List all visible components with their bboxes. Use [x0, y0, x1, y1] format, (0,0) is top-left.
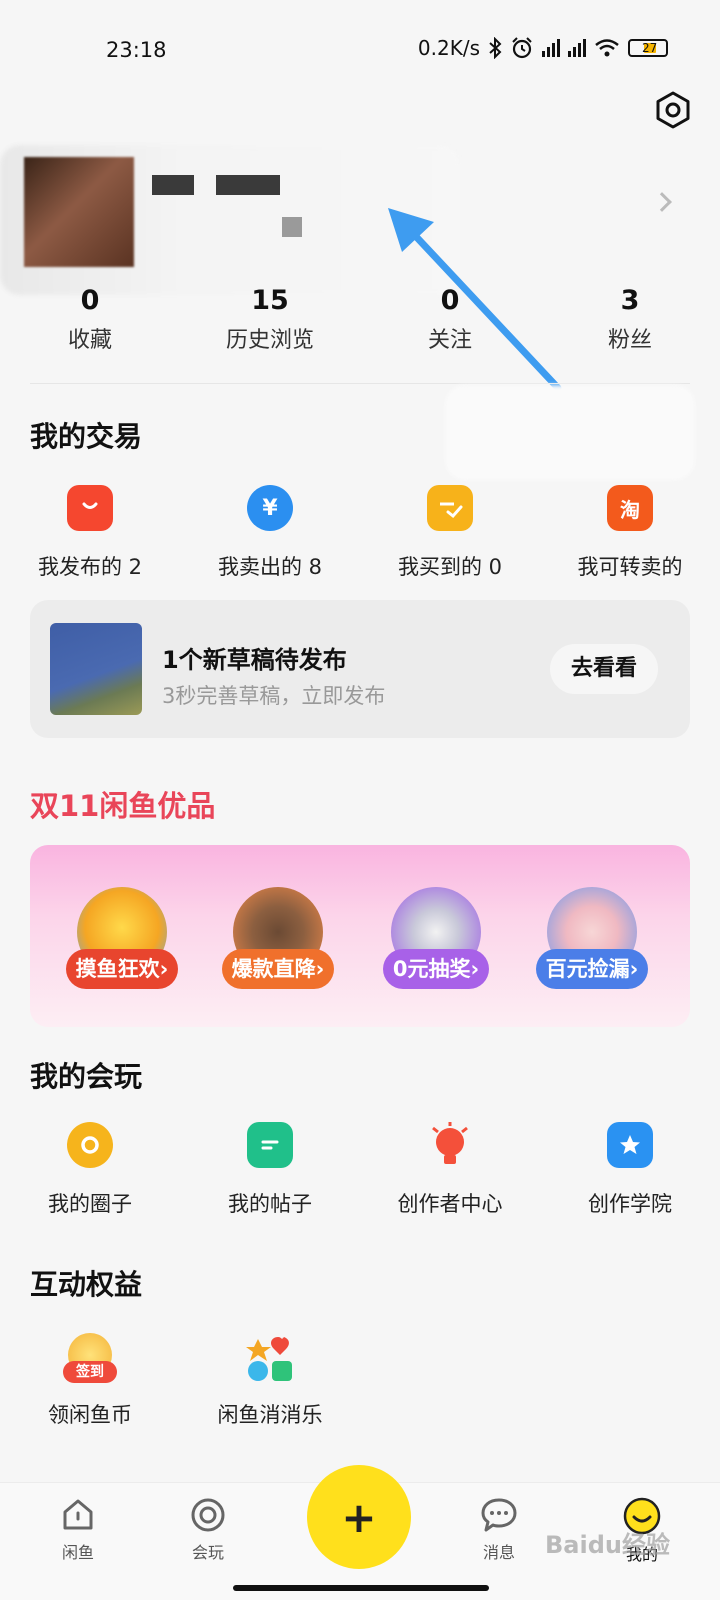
promo-item-bargain[interactable]: 百元捡漏› — [530, 887, 654, 989]
stat-history[interactable]: 15 历史浏览 — [180, 285, 360, 354]
benefit-item-label: 领闲鱼币 — [48, 1403, 132, 1427]
trade-row: 我发布的 2 ¥ 我卖出的 8 我买到的 0 淘 我可转卖的 — [0, 485, 720, 581]
promo-label: 摸鱼狂欢› — [65, 949, 179, 989]
status-bar: 23:18 0.2K/s 27 — [0, 30, 720, 70]
play-item-circles[interactable]: 我的圈子 — [0, 1122, 180, 1218]
play-item-academy[interactable]: 创作学院 — [540, 1122, 720, 1218]
signal-icon-2 — [568, 39, 586, 57]
benefit-item-coins[interactable]: 签到 领闲鱼币 — [0, 1333, 180, 1429]
draft-subtitle: 3秒完善草稿，立即发布 — [162, 684, 386, 708]
circle-icon — [67, 1122, 113, 1168]
trade-item-sold[interactable]: ¥ 我卖出的 8 — [180, 485, 360, 581]
stat-label: 历史浏览 — [225, 328, 314, 353]
stat-label: 粉丝 — [607, 328, 652, 353]
draft-thumbnail — [50, 623, 142, 715]
username-redacted-2 — [216, 175, 280, 195]
benefit-item-label: 闲鱼消消乐 — [217, 1403, 323, 1427]
nav-label: 会玩 — [191, 1543, 224, 1562]
stat-favorites[interactable]: 0 收藏 — [0, 285, 180, 354]
promo-banner: 摸鱼狂欢› 爆款直降› 0元抽奖› 百元捡漏› — [30, 845, 690, 1027]
stat-label: 收藏 — [67, 328, 112, 353]
draft-card[interactable]: 1个新草稿待发布 3秒完善草稿，立即发布 去看看 — [30, 600, 690, 738]
promo-item-fishing[interactable]: 摸鱼狂欢› — [60, 887, 184, 989]
trade-item-label: 我可转卖的 — [577, 555, 683, 579]
check-icon — [427, 485, 473, 531]
promo-item-lottery[interactable]: 0元抽奖› — [374, 887, 498, 989]
star-icon — [607, 1122, 653, 1168]
bluetooth-icon — [489, 37, 502, 59]
publish-button[interactable]: + — [307, 1465, 411, 1569]
divider — [30, 383, 690, 384]
game-icon — [246, 1337, 292, 1381]
play-item-label: 创作学院 — [588, 1192, 672, 1216]
section-title-trade: 我的交易 — [30, 420, 143, 453]
play-icon — [191, 1498, 225, 1532]
benefit-item-game[interactable]: 闲鱼消消乐 — [180, 1333, 360, 1429]
stat-value: 3 — [620, 285, 640, 316]
profile-header[interactable] — [0, 145, 720, 295]
promo-label: 0元抽奖› — [382, 949, 490, 989]
trade-item-resell[interactable]: 淘 我可转卖的 — [540, 485, 720, 581]
profile-stats: 0 收藏 15 历史浏览 0 关注 3 粉丝 — [0, 285, 720, 354]
bag-icon — [67, 485, 113, 531]
avatar[interactable] — [24, 157, 134, 267]
status-time: 23:18 — [106, 38, 167, 62]
stat-following[interactable]: 0 关注 — [360, 285, 540, 354]
trade-item-published[interactable]: 我发布的 2 — [0, 485, 180, 581]
taobao-icon: 淘 — [607, 485, 653, 531]
profile-meta-redacted — [282, 217, 302, 237]
trade-item-label: 我发布的 2 — [37, 555, 143, 579]
play-item-label: 我的圈子 — [48, 1192, 132, 1216]
status-icons: 0.2K/s 27 — [418, 36, 668, 60]
redacted-area — [445, 385, 695, 480]
trade-item-label: 我卖出的 8 — [217, 555, 323, 579]
home-indicator[interactable] — [233, 1585, 489, 1591]
checkin-badge: 签到 — [63, 1361, 117, 1383]
chevron-right-icon[interactable] — [652, 192, 672, 212]
play-item-label: 我的帖子 — [228, 1192, 312, 1216]
nav-label: 闲鱼 — [61, 1543, 94, 1562]
yuan-icon: ¥ — [247, 485, 293, 531]
message-icon — [481, 1498, 517, 1532]
play-item-posts[interactable]: 我的帖子 — [180, 1122, 360, 1218]
username-redacted — [152, 175, 194, 195]
play-row: 我的圈子 我的帖子 创作者中心 创作学院 — [0, 1122, 720, 1218]
nav-home[interactable]: 闲鱼 — [28, 1497, 128, 1563]
trade-item-label: 我买到的 0 — [397, 555, 503, 579]
nav-label: 消息 — [482, 1543, 515, 1562]
bulb-icon — [427, 1122, 473, 1168]
draft-title: 1个新草稿待发布 — [162, 646, 347, 674]
section-title-benefits: 互动权益 — [30, 1268, 143, 1301]
stat-fans[interactable]: 3 粉丝 — [540, 285, 720, 354]
benefits-row: 签到 领闲鱼币 闲鱼消消乐 — [0, 1333, 360, 1429]
promo-title: 双11闲鱼优品 — [30, 789, 216, 823]
play-item-label: 创作者中心 — [397, 1192, 503, 1216]
view-draft-button[interactable]: 去看看 — [550, 644, 658, 694]
alarm-icon — [512, 37, 532, 59]
home-icon — [63, 1499, 93, 1530]
settings-icon[interactable] — [653, 90, 693, 130]
stat-value: 0 — [80, 285, 100, 316]
stat-label: 关注 — [427, 328, 472, 353]
post-icon — [247, 1122, 293, 1168]
signal-icon — [542, 39, 560, 57]
play-item-creator[interactable]: 创作者中心 — [360, 1122, 540, 1218]
promo-label: 百元捡漏› — [535, 949, 649, 989]
network-speed: 0.2K/s — [417, 36, 480, 60]
trade-item-bought[interactable]: 我买到的 0 — [360, 485, 540, 581]
nav-play[interactable]: 会玩 — [158, 1497, 258, 1563]
battery-icon: 27 — [628, 39, 668, 57]
wifi-icon — [595, 39, 619, 57]
stat-value: 0 — [440, 285, 460, 316]
nav-messages[interactable]: 消息 — [449, 1497, 549, 1563]
promo-label: 爆款直降› — [221, 949, 335, 989]
promo-item-hot-deal[interactable]: 爆款直降› — [216, 887, 340, 989]
section-title-play: 我的会玩 — [30, 1060, 143, 1093]
stat-value: 15 — [251, 285, 289, 316]
watermark: Baidu经验 — [545, 1531, 670, 1559]
coin-icon: 签到 — [63, 1333, 117, 1383]
